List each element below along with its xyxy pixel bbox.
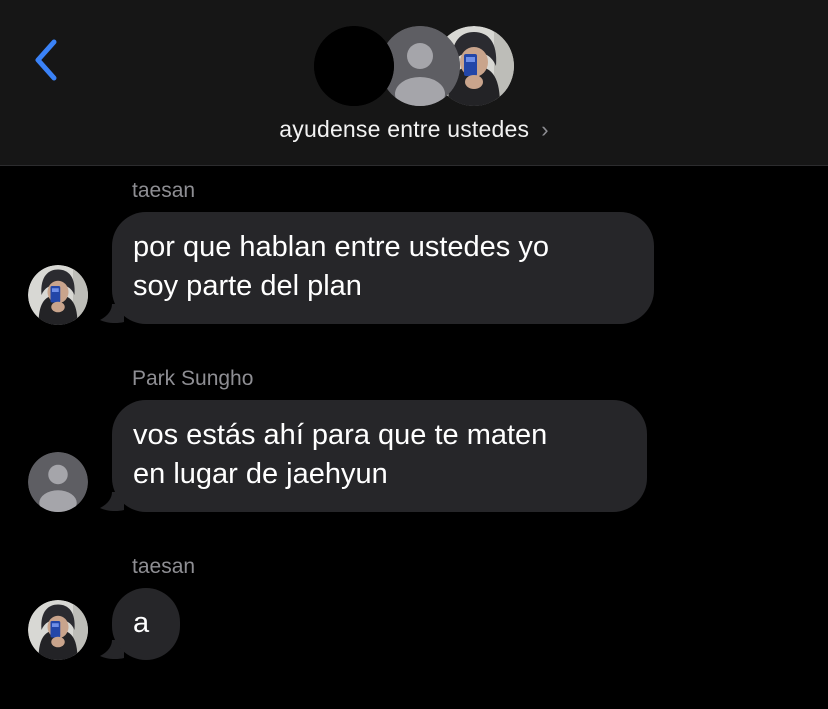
message-bubble[interactable]: por que hablan entre ustedes yo soy part…: [112, 212, 654, 324]
message-line: en lugar de jaehyun: [133, 458, 388, 490]
chevron-left-icon: [35, 39, 57, 81]
group-title-text: ayudense entre ustedes: [279, 116, 530, 142]
message-line: soy parte del plan: [133, 270, 362, 302]
sender-name: taesan: [132, 555, 196, 578]
sender-name: Park Sungho: [132, 367, 254, 390]
back-button[interactable]: [28, 34, 68, 86]
message-bubble[interactable]: vos estás ahí para que te maten en lugar…: [112, 400, 647, 512]
photo-avatar[interactable]: [28, 600, 88, 660]
sender-name: taesan: [132, 179, 196, 202]
message-line: por que hablan entre ustedes yo: [133, 231, 549, 263]
photo-avatar[interactable]: [28, 265, 88, 325]
group-avatars[interactable]: [314, 26, 514, 108]
message-line: a: [133, 607, 150, 639]
conversation-header: ayudense entre ustedes ›: [0, 0, 828, 166]
group-title-button[interactable]: ayudense entre ustedes ›: [0, 116, 828, 143]
default-person-avatar[interactable]: [28, 452, 88, 512]
message-bubble[interactable]: a: [112, 588, 180, 660]
message-line: vos estás ahí para que te maten: [133, 419, 548, 451]
black-avatar: [314, 26, 394, 106]
chevron-right-icon: ›: [541, 117, 549, 142]
